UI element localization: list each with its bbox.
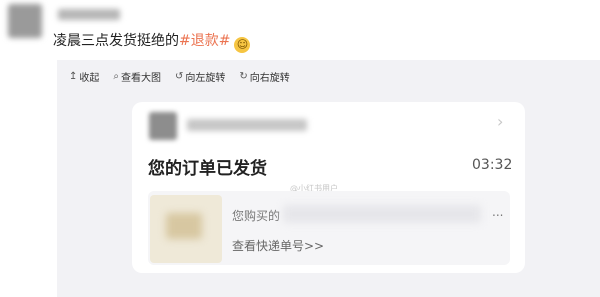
view-large-label: 查看大图 bbox=[121, 73, 161, 84]
collapse-label: 收起 bbox=[79, 73, 100, 84]
product-description: 您购买的 bbox=[232, 209, 281, 223]
hashtag-link[interactable]: #退款# bbox=[179, 33, 230, 49]
rotate-right-button[interactable]: ↻ 向右旋转 bbox=[239, 69, 289, 84]
shop-avatar bbox=[149, 112, 177, 140]
collapse-button[interactable]: ↥ 收起 bbox=[69, 69, 99, 84]
magnify-icon: ⌕ bbox=[113, 71, 119, 82]
product-ellipsis: ... bbox=[492, 205, 504, 219]
image-toolbar: ↥ 收起 ⌕ 查看大图 ↺ 向左旋转 ↻ 向右旋转 bbox=[69, 69, 290, 84]
chevron-right-icon[interactable]: › bbox=[497, 112, 503, 131]
rotate-left-label: 向左旋转 bbox=[185, 73, 226, 84]
post-text: 凌晨三点发货挺绝的#退款# ☺ bbox=[53, 32, 251, 53]
product-box[interactable]: 您购买的 ... 查看快递单号>> bbox=[148, 191, 510, 265]
post-body: 凌晨三点发货挺绝的 bbox=[53, 33, 179, 49]
rotate-left-button[interactable]: ↺ 向左旋转 bbox=[175, 69, 225, 84]
post-avatar[interactable] bbox=[8, 4, 42, 38]
rotate-right-icon: ↻ bbox=[239, 71, 248, 82]
order-card[interactable]: › 您的订单已发货 03:32 @小红书用户 您购买的 ... 查看快递单号>> bbox=[132, 102, 525, 273]
tracking-number-link[interactable]: 查看快递单号>> bbox=[232, 237, 324, 254]
rotate-left-icon: ↺ bbox=[175, 71, 184, 82]
post-author-name[interactable] bbox=[58, 9, 120, 20]
order-status-title: 您的订单已发货 bbox=[148, 159, 267, 179]
media-panel: ↥ 收起 ⌕ 查看大图 ↺ 向左旋转 ↻ 向右旋转 › 您的订单已发货 03:3… bbox=[57, 60, 600, 297]
sweat-smile-emoji-icon: ☺ bbox=[234, 37, 251, 53]
product-name-redacted bbox=[283, 205, 481, 223]
arrow-up-icon: ↥ bbox=[69, 71, 78, 82]
view-large-button[interactable]: ⌕ 查看大图 bbox=[113, 69, 161, 84]
product-thumbnail bbox=[150, 195, 222, 263]
order-time: 03:32 bbox=[472, 157, 513, 173]
rotate-right-label: 向右旋转 bbox=[249, 73, 290, 84]
shop-name-redacted bbox=[187, 119, 307, 131]
